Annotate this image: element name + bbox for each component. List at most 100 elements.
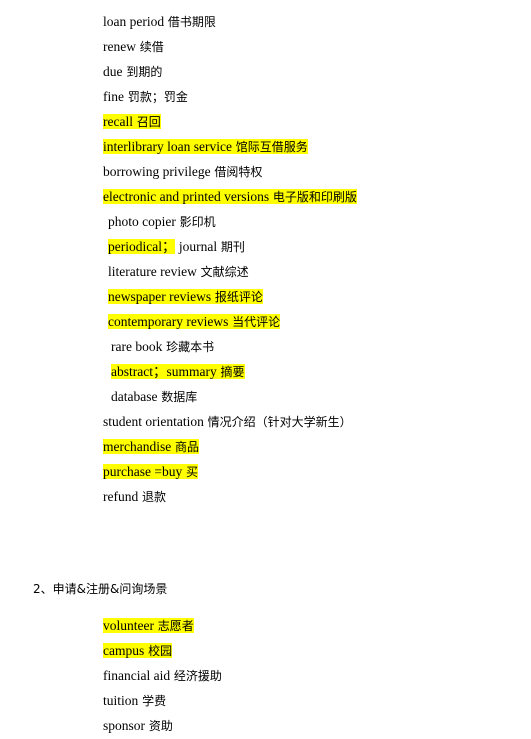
vocabulary-entry: borrowing privilege 借阅特权 [103, 159, 262, 184]
term-chinese: 校园 [144, 644, 173, 658]
term-english: purchase =buy [103, 464, 183, 479]
term-english: due [103, 64, 123, 79]
term-chinese: 资助 [145, 719, 173, 733]
term-english: tuition [103, 693, 139, 708]
term-chinese: 影印机 [175, 215, 216, 229]
term-chinese: 电子版和印刷版 [269, 190, 357, 204]
term: photo copier 影印机 [108, 214, 216, 229]
document-page: loan period 借书期限 renew 续借 due 到期的 fine 罚款；罚… [0, 0, 531, 735]
term-chinese: 罚款；罚金 [124, 90, 188, 104]
vocabulary-entry: literature review 文献综述 [108, 259, 249, 284]
term: due 到期的 [103, 64, 162, 79]
term-chinese: 珍藏本书 [162, 340, 215, 354]
term-chinese: 当代评论 [228, 315, 281, 329]
term-english: newspaper reviews [108, 289, 212, 304]
highlighted-term: purchase =buy 买 [103, 464, 199, 479]
term-alternate: journal 期刊 [175, 239, 245, 254]
term-chinese: 志愿者 [153, 619, 194, 633]
term-english: rare book [111, 339, 163, 354]
term: renew 续借 [103, 39, 164, 54]
term-english: refund [103, 489, 139, 504]
highlighted-term: contemporary reviews 当代评论 [108, 314, 281, 329]
term-english: database [111, 389, 158, 404]
vocabulary-entry: volunteer 志愿者 [103, 613, 194, 638]
term-english: periodical； [108, 239, 176, 254]
highlighted-term: merchandise 商品 [103, 439, 200, 454]
vocabulary-entry: financial aid 经济援助 [103, 663, 222, 688]
vocabulary-entry: sponsor 资助 [103, 713, 173, 738]
term-chinese: 借书期限 [164, 15, 216, 29]
highlighted-term: campus 校园 [103, 643, 173, 658]
vocabulary-entry: contemporary reviews 当代评论 [108, 309, 281, 334]
vocabulary-entry: student orientation 情况介绍（针对大学新生） [103, 409, 352, 434]
term-english: student orientation [103, 414, 204, 429]
vocabulary-entry: abstract；summary 摘要 [111, 359, 245, 384]
term: literature review 文献综述 [108, 264, 249, 279]
term-chinese: 馆际互借服务 [231, 140, 308, 154]
highlighted-term: volunteer 志愿者 [103, 618, 194, 633]
term: tuition 学费 [103, 693, 166, 708]
highlighted-term: newspaper reviews 报纸评论 [108, 289, 263, 304]
term-chinese: 召回 [132, 115, 161, 129]
term-chinese: 学费 [138, 694, 167, 708]
term-english: contemporary reviews [108, 314, 229, 329]
term-english: volunteer [103, 618, 154, 633]
term-english: loan period [103, 14, 165, 29]
term-english: literature review [108, 264, 197, 279]
vocabulary-entry: tuition 学费 [103, 688, 166, 713]
term-english: campus [103, 643, 145, 658]
highlighted-term: interlibrary loan service 馆际互借服务 [103, 139, 308, 154]
term: student orientation 情况介绍（针对大学新生） [103, 414, 352, 429]
term: sponsor 资助 [103, 718, 173, 733]
term: financial aid 经济援助 [103, 668, 222, 683]
term-chinese: 经济援助 [170, 669, 222, 683]
vocabulary-entry: refund 退款 [103, 484, 166, 509]
vocabulary-entry: due 到期的 [103, 59, 162, 84]
vocabulary-entry: renew 续借 [103, 34, 164, 59]
term-alternate-english: journal [175, 239, 218, 254]
term-english: electronic and printed versions [103, 189, 270, 204]
vocabulary-entry: database 数据库 [111, 384, 197, 409]
term-english: borrowing privilege [103, 164, 211, 179]
term: borrowing privilege 借阅特权 [103, 164, 262, 179]
term: fine 罚款；罚金 [103, 89, 188, 104]
term-chinese: 报纸评论 [211, 290, 263, 304]
term-english: interlibrary loan service [103, 139, 232, 154]
highlighted-term: recall 召回 [103, 114, 161, 129]
vocabulary-entry: recall 召回 [103, 109, 161, 134]
vocabulary-entry: rare book 珍藏本书 [111, 334, 214, 359]
term: refund 退款 [103, 489, 166, 504]
term-english: merchandise [103, 439, 172, 454]
term-english: fine [103, 89, 124, 104]
term-english: abstract；summary [111, 364, 217, 379]
term-english: sponsor [103, 718, 146, 733]
term-alternate-chinese: 期刊 [217, 240, 245, 254]
term-chinese: 买 [182, 465, 199, 479]
vocabulary-entry: periodical； journal 期刊 [108, 234, 245, 259]
term: rare book 珍藏本书 [111, 339, 214, 354]
term-english: photo copier [108, 214, 176, 229]
highlighted-term: periodical； [108, 239, 176, 254]
term-chinese: 文献综述 [196, 265, 249, 279]
term: loan period 借书期限 [103, 14, 216, 29]
term-english: financial aid [103, 668, 171, 683]
term-english: recall [103, 114, 133, 129]
section-heading: 2、申请&注册&问询场景 [33, 582, 168, 596]
term-chinese: 数据库 [157, 390, 198, 404]
vocabulary-entry: purchase =buy 买 [103, 459, 199, 484]
highlighted-term: abstract；summary 摘要 [111, 364, 245, 379]
term: database 数据库 [111, 389, 197, 404]
vocabulary-entry: newspaper reviews 报纸评论 [108, 284, 263, 309]
vocabulary-entry: loan period 借书期限 [103, 9, 216, 34]
term-chinese: 退款 [138, 490, 167, 504]
term-chinese: 到期的 [122, 65, 163, 79]
vocabulary-entry: campus 校园 [103, 638, 173, 663]
term-chinese: 摘要 [216, 365, 245, 379]
highlighted-term: electronic and printed versions 电子版和印刷版 [103, 189, 357, 204]
term-english: renew [103, 39, 136, 54]
term-chinese: 续借 [135, 40, 164, 54]
vocabulary-entry: electronic and printed versions 电子版和印刷版 [103, 184, 357, 209]
vocabulary-entry: merchandise 商品 [103, 434, 200, 459]
vocabulary-entry: photo copier 影印机 [108, 209, 216, 234]
vocabulary-entry: fine 罚款；罚金 [103, 84, 188, 109]
